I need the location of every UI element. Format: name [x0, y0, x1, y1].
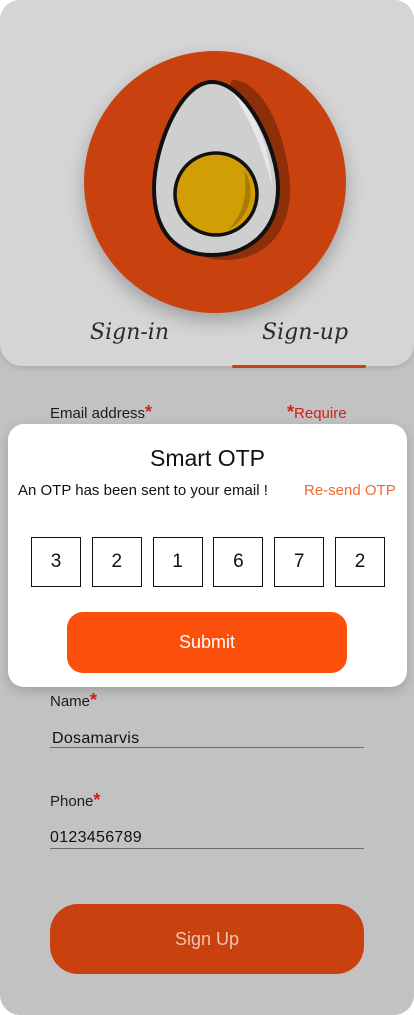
phone-field-underline: [50, 848, 364, 849]
otp-digit-group: 3 2 1 6 7 2: [31, 537, 385, 589]
otp-digit-1[interactable]: 3: [31, 537, 81, 587]
email-label: Email address*: [50, 402, 152, 423]
name-label-text: Name: [50, 693, 91, 710]
tab-signup[interactable]: Sign-up: [262, 320, 348, 345]
name-field-underline: [50, 747, 364, 748]
tab-signin[interactable]: Sign-in: [90, 320, 169, 345]
active-tab-indicator: [232, 365, 366, 368]
email-label-text: Email address: [50, 405, 146, 422]
phone-label: Phone*: [50, 790, 100, 811]
otp-modal: Smart OTP An OTP has been sent to your e…: [8, 424, 407, 687]
header-panel: Sign-in Sign-up: [0, 0, 414, 368]
resend-otp-link[interactable]: Re-send OTP: [304, 482, 396, 499]
required-star: *: [90, 690, 98, 710]
otp-digit-3[interactable]: 1: [152, 537, 203, 587]
phone-label-text: Phone: [50, 793, 94, 810]
otp-message: An OTP has been sent to your email !: [18, 482, 268, 499]
boiled-egg-icon: [151, 79, 290, 260]
require-note: *Require: [287, 402, 347, 423]
required-star: *: [145, 402, 153, 422]
signup-button[interactable]: Sign Up: [50, 904, 364, 974]
required-star: *: [93, 790, 101, 810]
required-star: *: [287, 402, 295, 422]
otp-submit-button[interactable]: Submit: [67, 612, 347, 673]
otp-digit-6[interactable]: 2: [334, 537, 385, 587]
name-label: Name*: [50, 690, 97, 711]
otp-digit-4[interactable]: 6: [213, 537, 264, 587]
phone-field[interactable]: 0123456789: [50, 829, 142, 847]
otp-digit-2[interactable]: 2: [91, 537, 142, 587]
name-field[interactable]: Dosamarvis: [52, 730, 139, 748]
otp-digit-5[interactable]: 7: [274, 537, 325, 587]
signup-screen: Sign-in Sign-up Email address* *Require …: [0, 0, 414, 1015]
require-note-text: Require: [294, 405, 347, 422]
otp-title: Smart OTP: [149, 445, 265, 471]
